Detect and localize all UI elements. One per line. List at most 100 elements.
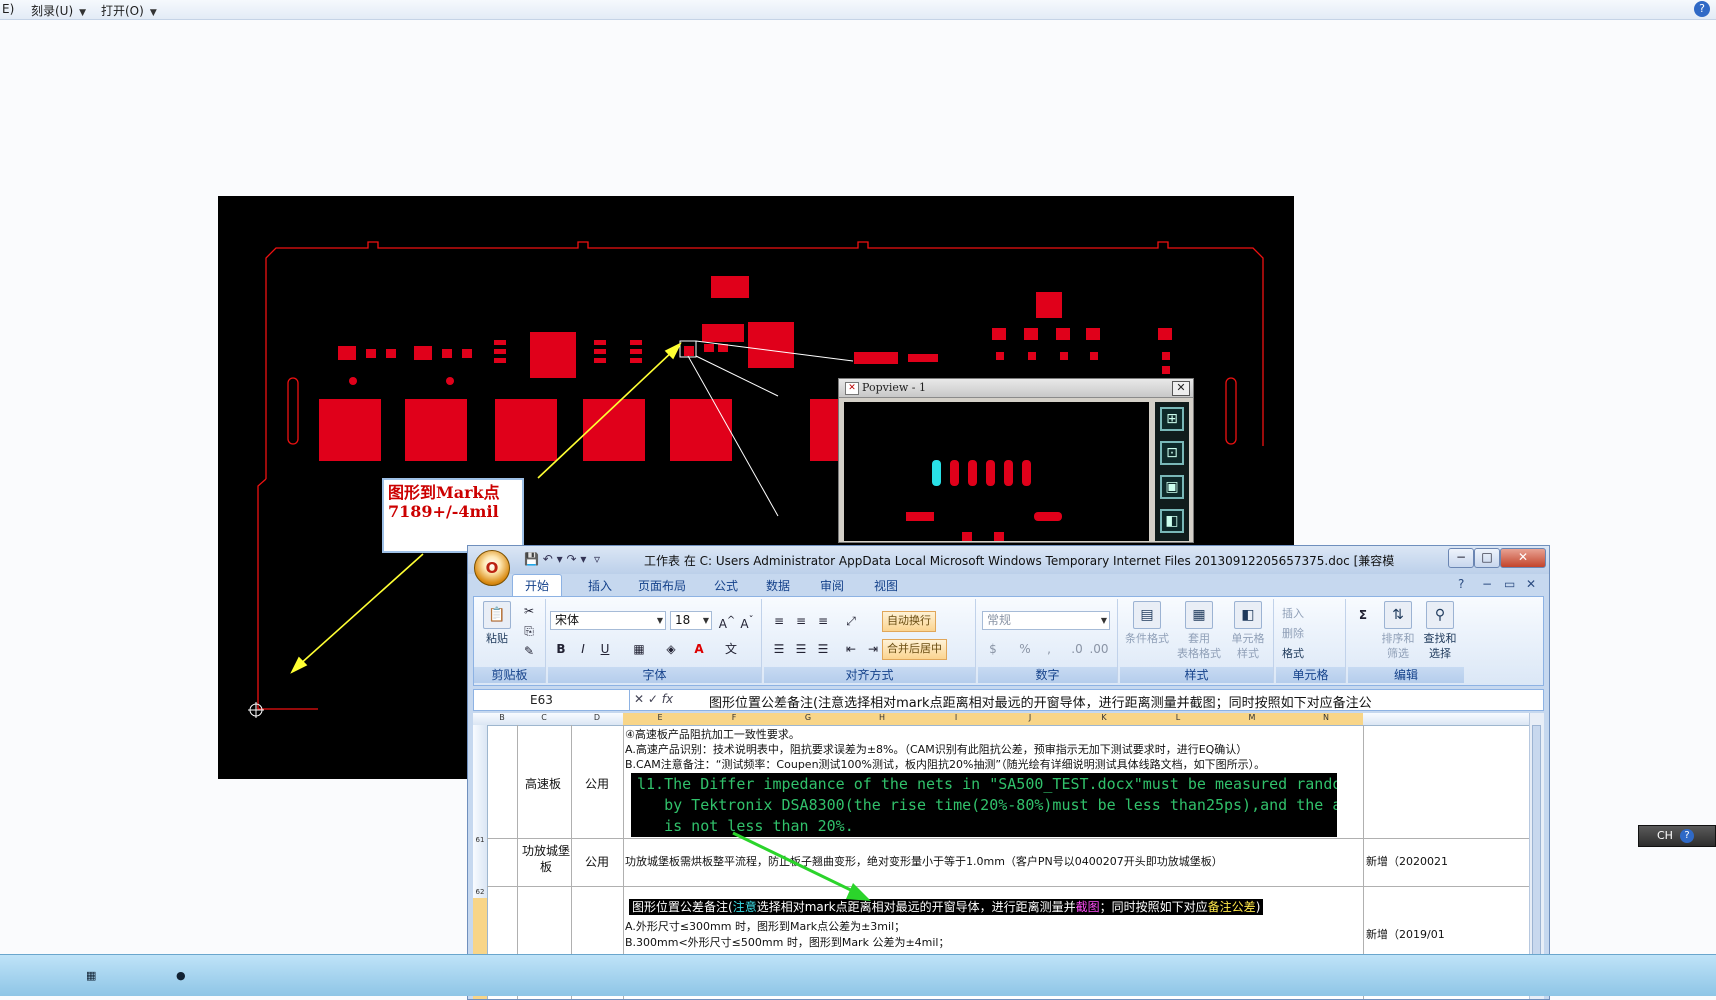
zoom-in-icon[interactable]: ⊞ [1160, 407, 1184, 431]
paste-icon: 📋 [483, 601, 511, 629]
quick-access-toolbar[interactable]: 💾 ↶ ▾ ↷ ▾ ▿ [524, 552, 600, 566]
font-size-value: 18 [675, 613, 691, 627]
chevron-down-icon: ▼ [702, 616, 709, 625]
editing-group: Σ ⇅ 排序和 筛选 ⚲ 查找和 选择 编辑 [1348, 599, 1464, 683]
underline-button[interactable]: U [594, 639, 616, 659]
annotation-line-2: 7189+/-4mil [388, 502, 499, 521]
conditional-format-label: 条件格式 [1125, 632, 1169, 645]
number-format-select[interactable]: 常规 ▼ [982, 611, 1110, 630]
italic-button[interactable]: I [572, 639, 594, 659]
ribbon-restore-icon[interactable]: ▭ [1504, 577, 1515, 591]
wrap-text-button[interactable]: 自动换行 [882, 611, 936, 632]
close-button[interactable]: ✕ [1500, 548, 1546, 568]
sort-label-a: 排序和 [1381, 632, 1415, 645]
align-left-icon[interactable]: ☰ [768, 639, 790, 659]
cut-icon[interactable]: ✂ [518, 601, 540, 621]
shrink-font-icon[interactable]: Aˇ [736, 611, 758, 631]
find-label-b: 选择 [1429, 647, 1451, 660]
align-right-icon[interactable]: ☰ [812, 639, 834, 659]
increase-decimal-icon[interactable]: .0 [1066, 639, 1088, 659]
editing-group-label: 编辑 [1348, 667, 1464, 683]
font-size-select[interactable]: 18 ▼ [670, 611, 712, 630]
format-cells-button[interactable]: 格式 [1282, 645, 1304, 661]
formula-buttons[interactable]: ✕ ✓ fx [634, 692, 673, 706]
align-top-icon[interactable]: ≡ [768, 611, 790, 631]
maximize-button[interactable]: □ [1474, 548, 1500, 568]
popview-title: Popview - 1 [862, 381, 926, 394]
tab-view[interactable]: 视图 [874, 577, 898, 594]
zoom-out-icon[interactable]: ⊡ [1160, 441, 1184, 465]
decrease-decimal-icon[interactable]: .00 [1088, 639, 1110, 659]
taskbar-item[interactable] [280, 961, 466, 991]
tab-page-layout[interactable]: 页面布局 [638, 577, 686, 594]
open-menu-label: 打开(O) [101, 4, 144, 18]
open-menu[interactable]: 打开(O) ▼ [101, 2, 157, 19]
increase-indent-icon[interactable]: ⇥ [862, 639, 884, 659]
taskbar: ▦ ● [0, 954, 1716, 996]
burn-menu[interactable]: 刻录(U) ▼ [31, 2, 86, 19]
format-painter-icon[interactable]: ✎ [518, 641, 540, 661]
styles-group: ▤ 条件格式 ▦ 套用 表格格式 ◧ 单元格 样式 样式 [1120, 599, 1274, 683]
mark-distance-annotation: 图形到Mark点 7189+/-4mil [382, 478, 524, 553]
align-center-icon[interactable]: ☰ [790, 639, 812, 659]
sort-filter-button[interactable]: ⇅ 排序和 筛选 [1378, 601, 1418, 661]
comma-icon[interactable]: , [1038, 639, 1060, 659]
font-name-value: 宋体 [555, 613, 580, 627]
ribbon-close-icon[interactable]: ✕ [1526, 577, 1536, 591]
help-icon[interactable]: ? [1680, 829, 1694, 843]
find-select-button[interactable]: ⚲ 查找和 选择 [1420, 601, 1460, 661]
tab-data[interactable]: 数据 [766, 577, 790, 594]
autosum-button[interactable]: Σ [1352, 605, 1374, 625]
phonetic-icon[interactable]: 文 [720, 639, 742, 659]
tab-formulas[interactable]: 公式 [714, 577, 738, 594]
chevron-down-icon: ▼ [1100, 616, 1107, 625]
help-icon[interactable]: ? [1458, 577, 1464, 591]
insert-cells-button[interactable]: 插入 [1282, 605, 1304, 621]
clipboard-group: 📋 粘贴 ✂ ⎘ ✎ 剪贴板 [474, 599, 546, 683]
ribbon-minimize-icon[interactable]: − [1482, 577, 1492, 591]
minimize-button[interactable]: − [1448, 548, 1474, 568]
conditional-format-button[interactable]: ▤ 条件格式 [1122, 601, 1172, 646]
format-as-table-button[interactable]: ▦ 套用 表格格式 [1174, 601, 1224, 661]
border-icon[interactable]: ▦ [628, 639, 650, 659]
popview-canvas[interactable] [844, 402, 1149, 541]
menu-e[interactable]: E) [2, 2, 14, 16]
office-button[interactable]: O [474, 550, 510, 586]
align-middle-icon[interactable]: ≡ [790, 611, 812, 631]
font-name-select[interactable]: 宋体 ▼ [550, 611, 666, 630]
formula-input[interactable]: 图形位置公差备注(注意选择相对mark点距离相对最远的开窗导体，进行距离测量并截… [709, 692, 1509, 711]
find-label-a: 查找和 [1423, 632, 1457, 645]
percent-icon[interactable]: % [1014, 639, 1036, 659]
taskbar-item[interactable]: ● [170, 961, 286, 991]
chevron-down-icon: ▼ [149, 8, 157, 18]
align-bottom-icon[interactable]: ≡ [812, 611, 834, 631]
pan-icon[interactable]: ◧ [1160, 509, 1184, 533]
grow-font-icon[interactable]: A^ [716, 611, 738, 631]
paste-button[interactable]: 📋 粘贴 [480, 601, 514, 646]
currency-icon[interactable]: $ [982, 639, 1004, 659]
tab-home[interactable]: 开始 [512, 574, 563, 597]
tab-insert[interactable]: 插入 [588, 577, 612, 594]
sort-icon: ⇅ [1384, 601, 1412, 629]
font-color-icon[interactable]: A [688, 639, 710, 659]
cell-styles-button[interactable]: ◧ 单元格 样式 [1224, 601, 1272, 661]
popview-titlebar[interactable]: ✕ Popview - 1 ✕ [839, 379, 1193, 398]
fill-color-icon[interactable]: ◈ [660, 639, 682, 659]
merge-center-button[interactable]: 合并后居中 [882, 639, 947, 660]
excel-titlebar[interactable]: 💾 ↶ ▾ ↷ ▾ ▿ 工作表 在 C: Users Administrator… [468, 546, 1549, 574]
alignment-group-label: 对齐方式 [764, 667, 975, 683]
table-label-a: 套用 [1188, 632, 1210, 645]
ime-language-bar[interactable]: CH ? [1638, 825, 1716, 847]
decrease-indent-icon[interactable]: ⇤ [840, 639, 862, 659]
bold-button[interactable]: B [550, 639, 572, 659]
ime-language[interactable]: CH [1657, 826, 1673, 846]
popview-window: ✕ Popview - 1 ✕ ⊞ ⊡ ▣ ◧ [838, 378, 1194, 543]
copy-icon[interactable]: ⎘ [518, 621, 540, 641]
name-box[interactable]: E63 [474, 690, 630, 710]
fit-icon[interactable]: ▣ [1160, 475, 1184, 499]
close-button[interactable]: ✕ [1172, 381, 1190, 396]
tab-review[interactable]: 审阅 [820, 577, 844, 594]
delete-cells-button[interactable]: 删除 [1282, 625, 1304, 641]
help-icon[interactable]: ? [1694, 1, 1710, 17]
orientation-icon[interactable]: ⤢ [840, 611, 862, 631]
